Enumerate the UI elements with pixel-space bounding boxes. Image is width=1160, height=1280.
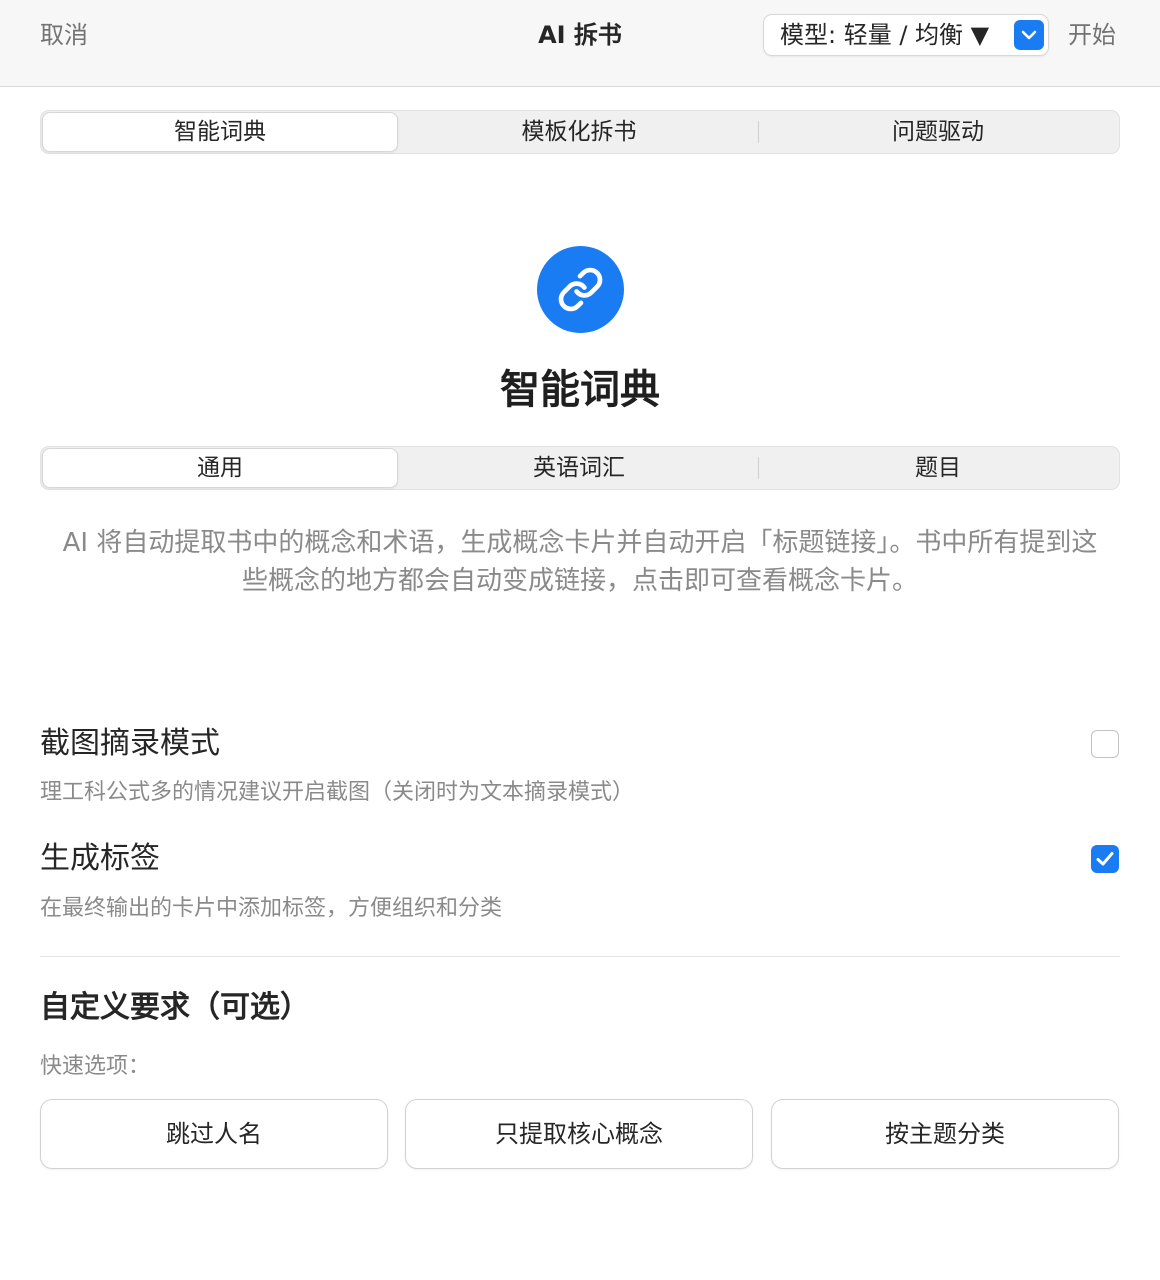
tab-divider — [758, 457, 759, 479]
screenshot-mode-description: 理工科公式多的情况建议开启截图（关闭时为文本摘录模式） — [40, 780, 635, 805]
chevron-down-icon[interactable] — [1014, 20, 1044, 50]
quick-option-skip-names-button[interactable]: 跳过人名 — [40, 1099, 388, 1169]
sub-tabs: 通用 英语词汇 题目 — [40, 446, 1120, 490]
mode-tabs: 智能词典 模板化拆书 问题驱动 — [40, 110, 1120, 154]
feature-description: AI 将自动提取书中的概念和术语，生成概念卡片并自动开启「标题链接」。书中所有提… — [62, 528, 1098, 596]
tab-template-breakdown[interactable]: 模板化拆书 — [402, 113, 756, 151]
screenshot-mode-checkbox[interactable] — [1091, 730, 1119, 758]
cancel-button[interactable]: 取消 — [40, 18, 88, 52]
quick-option-by-topic-button[interactable]: 按主题分类 — [771, 1099, 1119, 1169]
model-select-value: 模型: 轻量 / 均衡 ▼ — [780, 21, 990, 49]
feature-title: 智能词典 — [500, 367, 660, 413]
tab-smart-dictionary[interactable]: 智能词典 — [43, 113, 397, 151]
generate-tags-checkbox[interactable] — [1091, 845, 1119, 873]
header-bar: AI 拆书 取消 模型: 轻量 / 均衡 ▼ 开始 — [0, 0, 1160, 87]
generate-tags-description: 在最终输出的卡片中添加标签，方便组织和分类 — [40, 896, 503, 921]
custom-requirements-title: 自定义要求（可选） — [40, 990, 310, 1025]
tab-question-driven[interactable]: 问题驱动 — [761, 113, 1115, 151]
quick-options-label: 快速选项： — [40, 1054, 151, 1079]
checkmark-icon — [1096, 852, 1114, 866]
tab-questions[interactable]: 题目 — [761, 449, 1115, 487]
screenshot-mode-title: 截图摘录模式 — [40, 726, 220, 761]
tab-general[interactable]: 通用 — [43, 449, 397, 487]
tab-english-vocabulary[interactable]: 英语词汇 — [402, 449, 756, 487]
link-icon — [537, 246, 624, 333]
model-select[interactable]: 模型: 轻量 / 均衡 ▼ — [764, 15, 1048, 55]
start-button[interactable]: 开始 — [1068, 18, 1116, 52]
generate-tags-title: 生成标签 — [40, 841, 160, 876]
tab-divider — [758, 121, 759, 143]
quick-option-core-concepts-button[interactable]: 只提取核心概念 — [405, 1099, 753, 1169]
section-divider — [40, 956, 1120, 957]
